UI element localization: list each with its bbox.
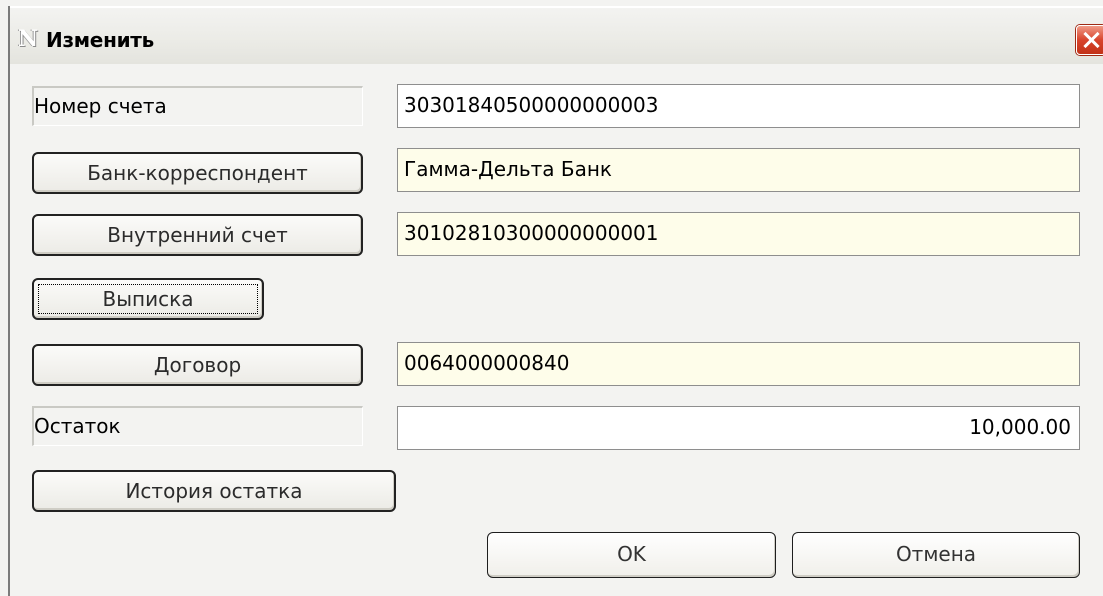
app-n-icon: N bbox=[18, 26, 39, 52]
cancel-button[interactable]: Отмена bbox=[792, 532, 1080, 578]
close-button[interactable] bbox=[1076, 25, 1103, 55]
account-number-label: Номер счета bbox=[32, 86, 363, 126]
internal-account-field[interactable]: 30102810300000000001 bbox=[397, 212, 1080, 256]
balance-history-button[interactable]: История остатка bbox=[32, 470, 396, 512]
contract-field[interactable]: 0064000000840 bbox=[397, 342, 1080, 386]
balance-field[interactable]: 10,000.00 bbox=[397, 406, 1080, 450]
correspondent-bank-button[interactable]: Банк-корреспондент bbox=[32, 152, 363, 194]
statement-button-label: Выписка bbox=[102, 287, 194, 311]
balance-label: Остаток bbox=[32, 406, 363, 446]
ok-button[interactable]: OK bbox=[487, 532, 776, 578]
dialog-window: N Изменить Номер счета 30301840500000000… bbox=[8, 6, 1103, 596]
title-bar[interactable]: N Изменить bbox=[10, 6, 1103, 64]
contract-button[interactable]: Договор bbox=[32, 344, 363, 386]
statement-button[interactable]: Выписка bbox=[32, 278, 264, 320]
correspondent-bank-field[interactable]: Гамма-Дельта Банк bbox=[397, 148, 1080, 192]
internal-account-button[interactable]: Внутренний счет bbox=[32, 214, 363, 256]
account-number-field[interactable]: 30301840500000000003 bbox=[397, 84, 1080, 128]
window-title: Изменить bbox=[46, 28, 154, 52]
